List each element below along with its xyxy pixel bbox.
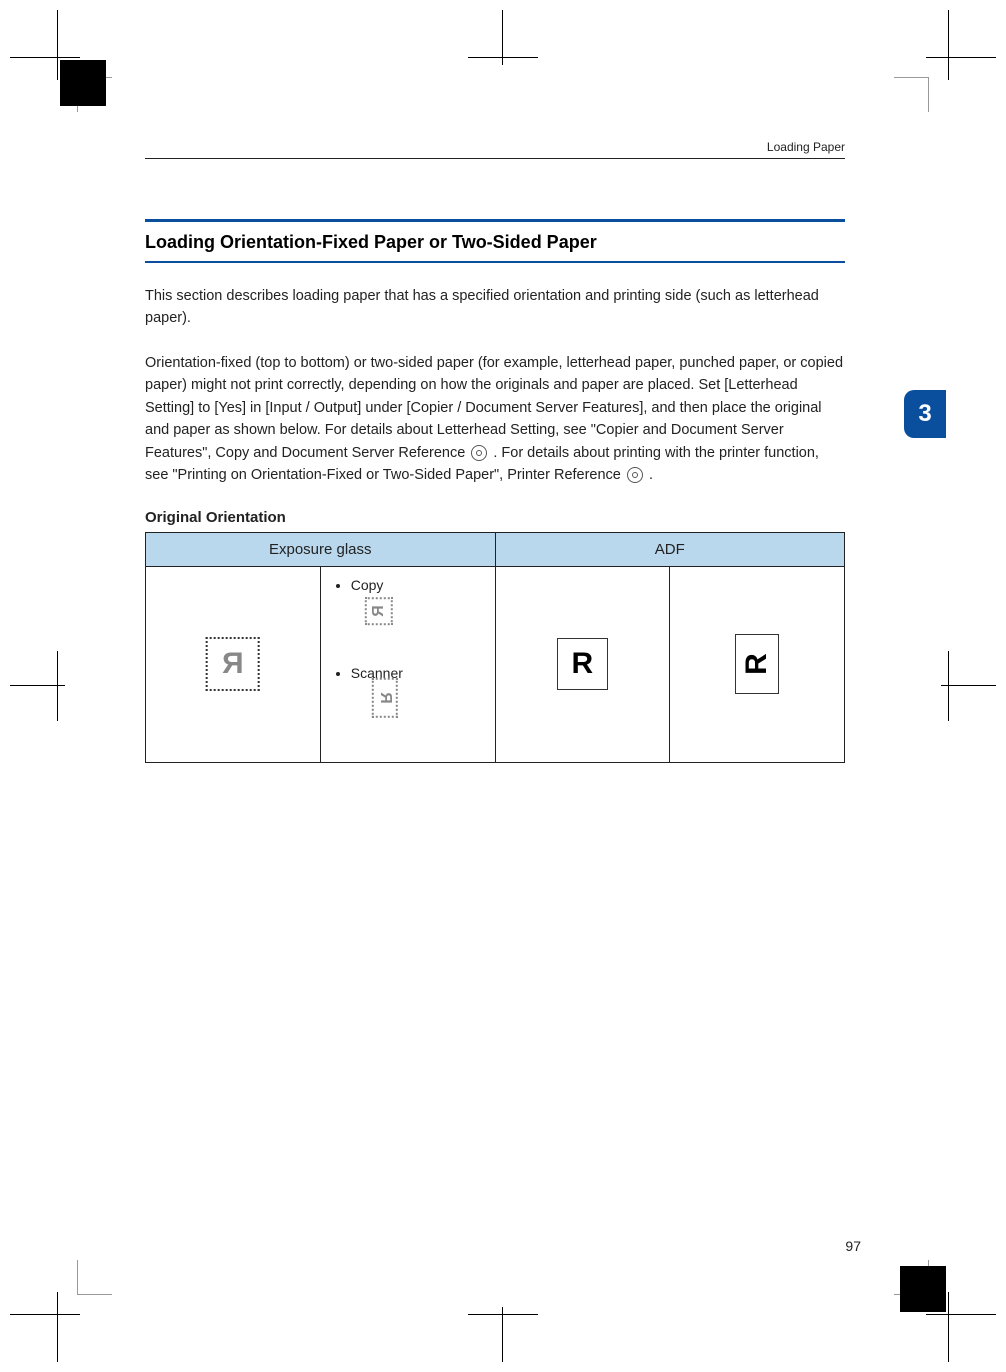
adf-glyph-1-char: R xyxy=(572,647,594,680)
orientation-table: Exposure glass ADF R Copy xyxy=(145,532,845,763)
copy-glyph: R xyxy=(365,597,393,625)
paragraph-1-text: This section describes loading paper tha… xyxy=(145,288,819,326)
section-heading-text: Loading Orientation-Fixed Paper or Two-S… xyxy=(145,232,597,252)
cd-reference-icon xyxy=(627,467,643,483)
adf-glyph-2-char: R xyxy=(742,653,772,675)
paragraph-1: This section describes loading paper tha… xyxy=(145,285,845,330)
running-head: Loading Paper xyxy=(145,140,845,159)
copy-label: Copy xyxy=(351,577,384,593)
adf-cell-1: R xyxy=(495,566,670,762)
header-adf: ADF xyxy=(495,532,845,566)
exposure-glyph-char: R xyxy=(222,647,244,680)
page-number: 97 xyxy=(845,1238,861,1254)
scanner-glyph-char: R xyxy=(377,692,394,704)
chapter-number: 3 xyxy=(918,400,931,428)
section-heading: Loading Orientation-Fixed Paper or Two-S… xyxy=(145,219,845,263)
header-exposure-glass-text: Exposure glass xyxy=(269,541,372,558)
table-caption-text: Original Orientation xyxy=(145,509,286,526)
exposure-glass-cell: R xyxy=(146,566,321,762)
scanner-glyph: R xyxy=(372,678,398,718)
paragraph-2: Orientation-fixed (top to bottom) or two… xyxy=(145,352,845,487)
adf-cell-2: R xyxy=(670,566,845,762)
copy-glyph-char: R xyxy=(370,605,387,617)
adf-glyph-1: R xyxy=(557,638,609,690)
running-head-text: Loading Paper xyxy=(767,140,845,154)
chapter-tab: 3 xyxy=(904,390,946,438)
paragraph-2-part3: . xyxy=(649,467,653,483)
header-exposure-glass: Exposure glass xyxy=(146,532,496,566)
exposure-glass-modes-cell: Copy R Scanner R xyxy=(320,566,495,762)
header-adf-text: ADF xyxy=(655,541,685,558)
table-caption: Original Orientation xyxy=(145,509,845,526)
exposure-glyph: R xyxy=(206,637,260,691)
adf-glyph-2: R xyxy=(735,634,779,694)
cd-reference-icon xyxy=(471,445,487,461)
page-number-text: 97 xyxy=(845,1238,861,1254)
